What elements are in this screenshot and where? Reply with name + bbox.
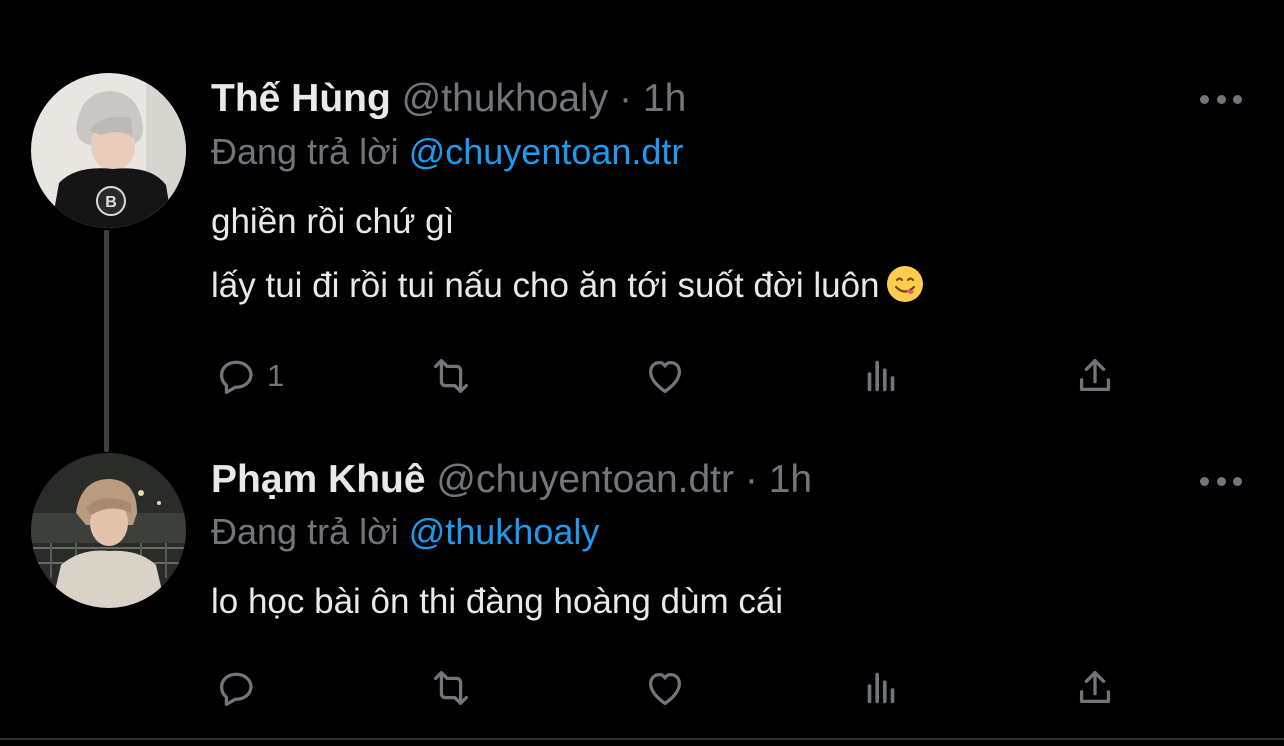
meta-separator: · [619,77,633,120]
thread-connector [104,230,109,452]
tweet-actions [0,665,1284,715]
timestamp[interactable]: 1h [769,458,812,501]
views-icon [867,360,895,392]
share-icon [1079,671,1111,704]
avatar-pham-khue[interactable] [31,453,186,608]
tweet-text-line-1: lo học bài ôn thi đàng hoàng dùm cái [211,582,784,621]
share-button[interactable] [1072,353,1118,399]
replying-mention[interactable]: @thukhoaly [409,511,600,552]
retweet-button[interactable] [428,353,474,399]
timestamp[interactable]: 1h [643,77,686,120]
reply-button[interactable]: 1 [213,353,284,399]
share-button[interactable] [1072,665,1118,711]
meta-separator: · [744,458,758,501]
like-button[interactable] [642,665,688,711]
tweet-header: Thế Hùng @thukhoaly · 1h [211,77,686,121]
like-icon [648,360,682,393]
retweet-button[interactable] [428,665,474,711]
svg-text:B: B [105,194,117,211]
reply-icon [219,360,253,394]
replying-to: Đang trả lời @chuyentoan.dtr [211,131,683,173]
author-handle[interactable]: @thukhoaly [402,77,609,120]
views-button[interactable] [858,353,904,399]
reply-button[interactable] [213,665,267,711]
tweet-actions: 1 [0,353,1284,403]
like-icon [648,672,682,705]
divider [0,738,1284,740]
replying-label: Đang trả lời [211,511,399,552]
author-handle[interactable]: @chuyentoan.dtr [436,458,734,501]
views-icon [867,672,895,704]
tweet-text-line-1: ghiền rồi chứ gì [211,202,455,241]
views-button[interactable] [858,665,904,711]
tweet-text-line-2-text: lấy tui đi rồi tui nấu cho ăn tới suốt đ… [211,266,880,305]
replying-mention[interactable]: @chuyentoan.dtr [409,131,684,172]
reply-icon [219,672,253,706]
face-savoring-food-icon [886,265,924,313]
retweet-icon [434,359,468,393]
more-icon[interactable] [1200,92,1242,106]
more-icon[interactable] [1200,474,1242,488]
like-button[interactable] [642,353,688,399]
share-icon [1079,359,1111,392]
author-name[interactable]: Thế Hùng [211,77,391,120]
reply-count: 1 [267,358,285,393]
replying-label: Đang trả lời [211,131,399,172]
avatar-the-hung[interactable]: B [31,73,186,228]
replying-to: Đang trả lời @thukhoaly [211,511,599,553]
retweet-icon [434,671,468,705]
author-name[interactable]: Phạm Khuê [211,458,426,501]
tweet-text-line-2: lấy tui đi rồi tui nấu cho ăn tới suốt đ… [211,265,924,313]
tweet-header: Phạm Khuê @chuyentoan.dtr · 1h [211,458,812,502]
